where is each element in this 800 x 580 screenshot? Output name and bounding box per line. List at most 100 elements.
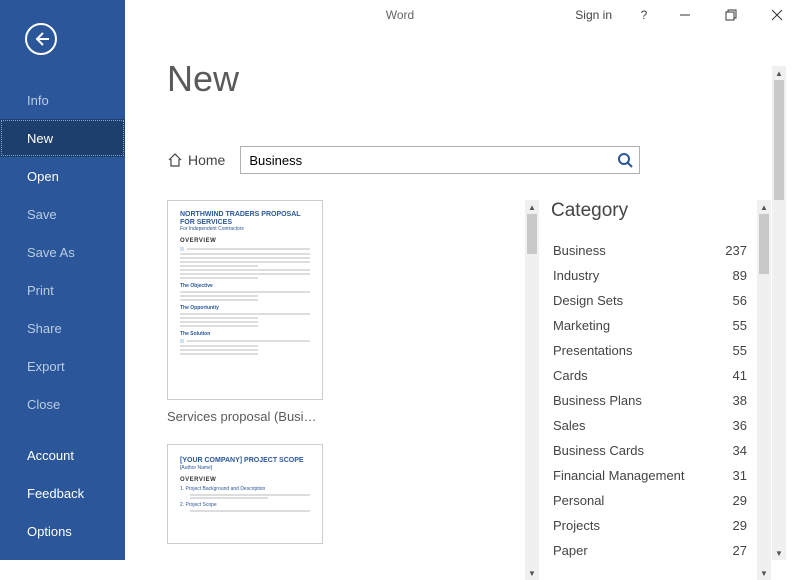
scroll-down-icon[interactable]: ▼ (772, 546, 786, 560)
search-button[interactable] (611, 147, 639, 173)
category-name: Business (553, 243, 606, 258)
category-heading: Category (551, 200, 771, 222)
thumb-line: 2. Project Scope (180, 502, 310, 508)
sidebar-item-feedback[interactable]: Feedback (0, 474, 125, 512)
category-name: Business Cards (553, 443, 644, 458)
sidebar-item-open[interactable]: Open (0, 157, 125, 195)
back-button[interactable] (25, 23, 57, 55)
scroll-down-icon[interactable]: ▼ (525, 566, 539, 580)
scroll-up-icon[interactable]: ▲ (525, 200, 539, 214)
scroll-thumb[interactable] (774, 80, 784, 200)
page-title: New (167, 58, 786, 100)
main-content: ▲ ▼ New Home NORTHWIND TRADERS PROPOSAL … (125, 30, 786, 560)
category-item[interactable]: Cards 41 (551, 363, 753, 388)
category-count: 38 (733, 393, 747, 408)
category-count: 29 (733, 493, 747, 508)
category-name: Business Plans (553, 393, 642, 408)
category-count: 29 (733, 518, 747, 533)
sidebar-item-account[interactable]: Account (0, 436, 125, 474)
thumb-author: [Author Name] (180, 465, 310, 471)
thumb-title: [YOUR COMPANY] PROJECT SCOPE (180, 457, 310, 465)
category-name: Sales (553, 418, 586, 433)
scroll-thumb[interactable] (759, 214, 769, 274)
thumb-sub: For Independent Contractors (180, 226, 310, 232)
category-scrollbar[interactable]: ▲ ▼ (757, 200, 771, 580)
category-name: Marketing (553, 318, 610, 333)
thumb-heading: OVERVIEW (180, 477, 310, 483)
category-item[interactable]: Business Plans 38 (551, 388, 753, 413)
category-list: Business 237 Industry 89 Design Sets 56 Market… (551, 238, 753, 578)
category-item[interactable]: Sales 36 (551, 413, 753, 438)
sidebar-bottom: Account Feedback Options (0, 436, 125, 550)
sidebar-item-options[interactable]: Options (0, 512, 125, 550)
sidebar-item-save[interactable]: Save (0, 195, 125, 233)
category-item[interactable]: Projects 29 (551, 513, 753, 538)
main-scrollbar[interactable]: ▲ ▼ (772, 66, 786, 560)
category-item[interactable]: Personal29 (551, 488, 753, 513)
scroll-thumb[interactable] (527, 214, 537, 254)
scroll-down-icon[interactable]: ▼ (757, 566, 771, 580)
thumb-heading: OVERVIEW (180, 238, 310, 244)
titlebar-controls: Sign in ? (561, 0, 800, 30)
category-name: Presentations (553, 343, 633, 358)
category-count: 41 (733, 368, 747, 383)
category-item[interactable]: Marketing 55 (551, 313, 753, 338)
minimize-button[interactable] (662, 0, 708, 30)
category-count: 36 (733, 418, 747, 433)
thumb-section: The Opportunity (180, 305, 310, 311)
category-item[interactable]: Design Sets 56 (551, 288, 753, 313)
sidebar-item-save-as[interactable]: Save As (0, 233, 125, 271)
template-caption: Services proposal (Busi… (167, 409, 323, 424)
search-icon (617, 152, 633, 168)
scroll-up-icon[interactable]: ▲ (772, 66, 786, 80)
category-count: 237 (725, 243, 747, 258)
sidebar-item-share[interactable]: Share (0, 309, 125, 347)
scroll-up-icon[interactable]: ▲ (757, 200, 771, 214)
template-card[interactable]: NORTHWIND TRADERS PROPOSAL FOR SERVICES … (167, 200, 323, 424)
sidebar-item-close[interactable]: Close (0, 385, 125, 423)
category-count: 27 (733, 543, 747, 558)
search-box (240, 146, 640, 174)
template-thumbnail[interactable]: NORTHWIND TRADERS PROPOSAL FOR SERVICES … (167, 200, 323, 400)
sidebar-item-info[interactable]: Info (0, 81, 125, 119)
category-item[interactable]: Industry 89 (551, 263, 753, 288)
sidebar-item-export[interactable]: Export (0, 347, 125, 385)
category-count: 89 (733, 268, 747, 283)
category-name: Financial Management (553, 468, 685, 483)
category-item[interactable]: Presentations 55 (551, 338, 753, 363)
category-item[interactable]: Financial Management 31 (551, 463, 753, 488)
category-name: Paper (553, 543, 588, 558)
sidebar-item-new[interactable]: New (0, 119, 125, 157)
backstage-sidebar: Info New Open Save Save As Print Share E… (0, 0, 125, 560)
search-input[interactable] (241, 147, 611, 173)
category-item[interactable]: Paper 27 (551, 538, 753, 563)
template-thumbnail[interactable]: [YOUR COMPANY] PROJECT SCOPE [Author Nam… (167, 444, 323, 544)
category-item[interactable]: Business Cards 34 (551, 438, 753, 463)
category-count: 34 (733, 443, 747, 458)
close-button[interactable] (754, 0, 800, 30)
templates-pane: NORTHWIND TRADERS PROPOSAL FOR SERVICES … (167, 200, 537, 580)
category-name: Cards (553, 368, 588, 383)
category-count: 55 (733, 343, 747, 358)
template-card[interactable]: [YOUR COMPANY] PROJECT SCOPE [Author Nam… (167, 444, 323, 544)
thumb-section: The Solution (180, 331, 310, 337)
category-item[interactable]: Business 237 (551, 238, 753, 263)
home-breadcrumb[interactable]: Home (167, 152, 225, 168)
category-name: Design Sets (553, 293, 623, 308)
category-name: Industry (553, 268, 599, 283)
help-button[interactable]: ? (626, 8, 662, 22)
thumb-line: 1. Project Background and Description (180, 486, 310, 492)
category-count: 56 (733, 293, 747, 308)
category-count: 55 (733, 318, 747, 333)
signin-link[interactable]: Sign in (561, 8, 626, 22)
home-label: Home (188, 152, 225, 168)
restore-button[interactable] (708, 0, 754, 30)
home-icon (167, 153, 183, 167)
category-name: Projects (553, 518, 600, 533)
sidebar-item-print[interactable]: Print (0, 271, 125, 309)
thumb-section: The Objective (180, 283, 310, 289)
category-count: 31 (733, 468, 747, 483)
search-row: Home (167, 146, 772, 174)
category-pane: Category ▲ ▼ Business 237 Industry 89 Design… (551, 200, 771, 580)
templates-scrollbar[interactable]: ▲ ▼ (525, 200, 539, 580)
